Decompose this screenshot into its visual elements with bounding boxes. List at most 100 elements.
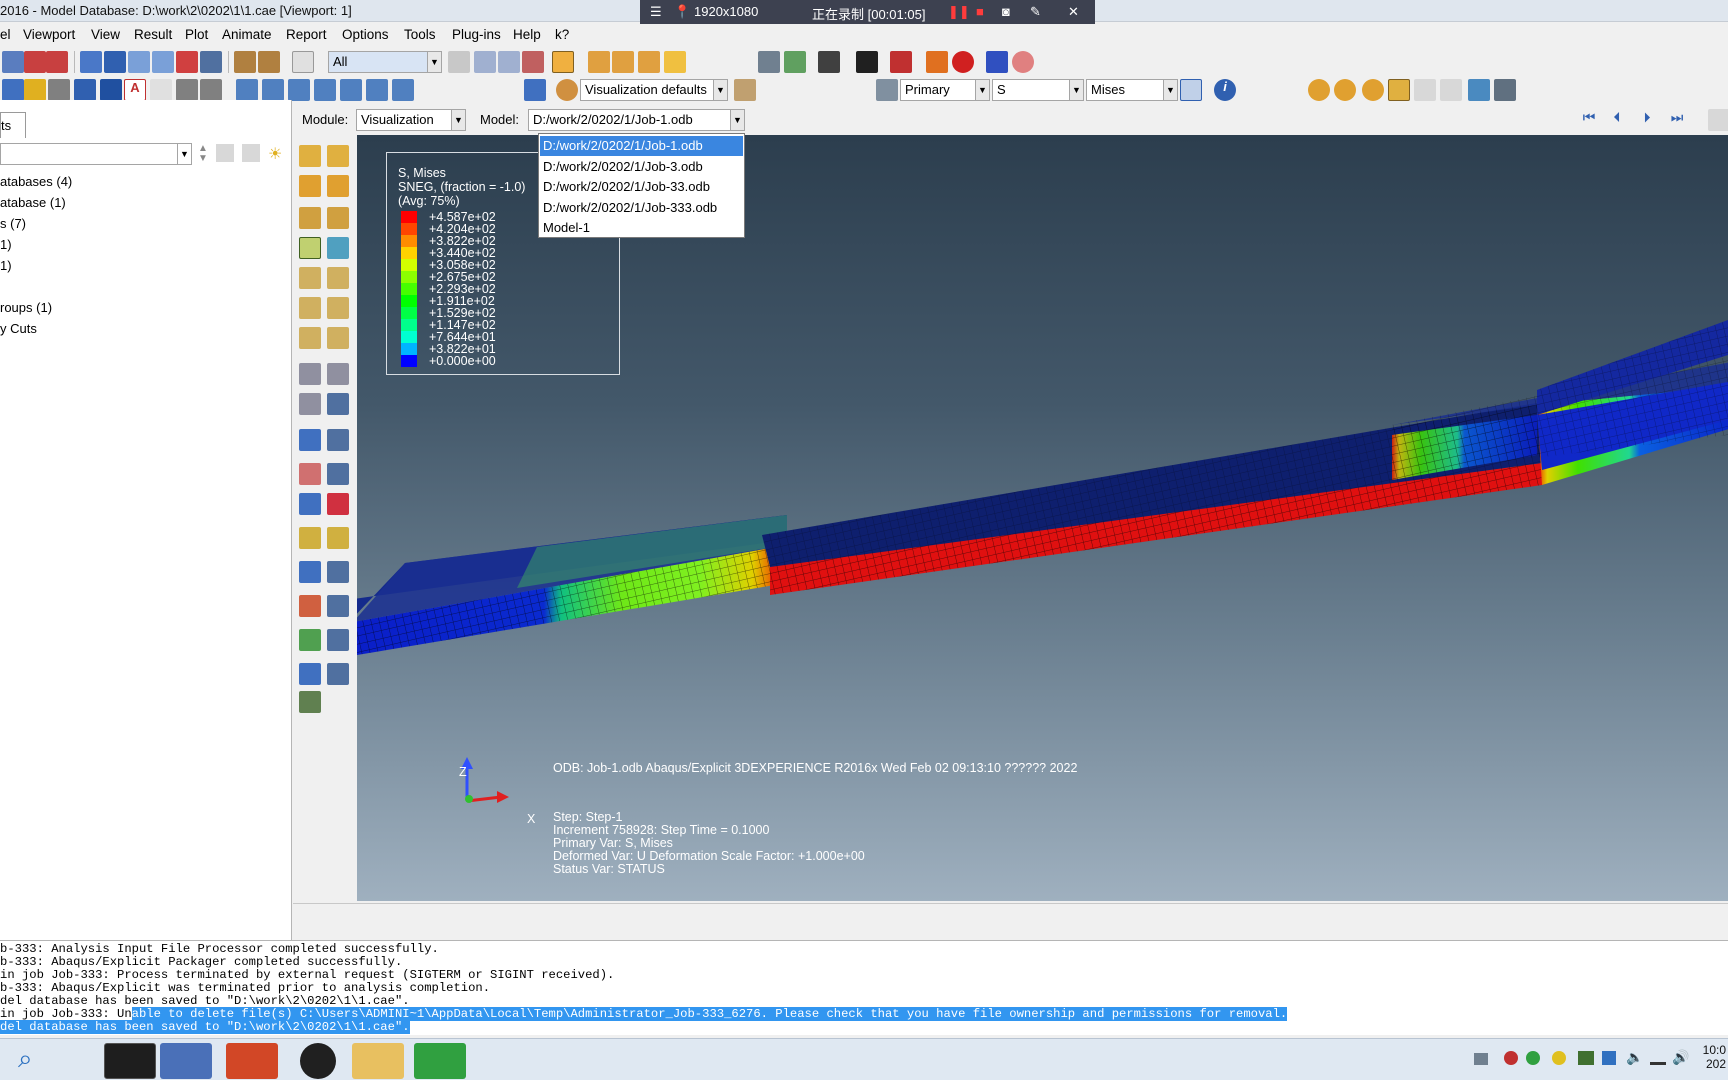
layout-icon[interactable]	[1494, 79, 1516, 101]
menu-whats-this[interactable]: k?	[555, 27, 569, 42]
menu-help[interactable]: Help	[513, 27, 541, 42]
free-body-manager-icon[interactable]	[327, 595, 349, 617]
xyplot-icon[interactable]	[327, 493, 349, 515]
visualization-defaults-combo[interactable]: Visualization defaults ▼	[580, 79, 728, 101]
lightbulb-icon[interactable]: ☀	[268, 144, 286, 163]
model-dropdown-item[interactable]: D:/work/2/0202/1/Job-33.odb	[540, 177, 743, 197]
plot-allowables-icon[interactable]	[299, 297, 321, 319]
animation-options-icon[interactable]	[327, 393, 349, 415]
print-icon[interactable]	[2, 51, 24, 73]
close-icon[interactable]: ✕	[1068, 4, 1079, 20]
view-iso-icon[interactable]	[588, 51, 610, 73]
line-icon[interactable]	[100, 79, 122, 101]
csys-manager-icon[interactable]	[327, 663, 349, 685]
field-variable-combo[interactable]: S ▼	[992, 79, 1084, 101]
rotate-icon[interactable]	[104, 51, 126, 73]
view-cut-manager-icon[interactable]	[327, 561, 349, 583]
xydata-manager-icon[interactable]	[327, 463, 349, 485]
undo-icon[interactable]	[1414, 79, 1436, 101]
powerpoint-app-icon[interactable]	[226, 1043, 278, 1079]
triad-zy-icon[interactable]	[314, 79, 336, 101]
menu-plugins[interactable]: Plug-ins	[452, 27, 501, 42]
shield-icon[interactable]	[986, 51, 1008, 73]
sweep-manager-icon[interactable]	[327, 629, 349, 651]
plot-contours-icon[interactable]	[299, 175, 321, 197]
tree-filter-icon[interactable]	[242, 144, 260, 162]
query-icon[interactable]	[24, 79, 46, 101]
redo-icon[interactable]	[1440, 79, 1462, 101]
tools-icon[interactable]	[1388, 79, 1410, 101]
up-down-arrows-icon[interactable]: ▲ ▼	[198, 144, 210, 164]
cycle-icon[interactable]	[200, 51, 222, 73]
coordinate-system-icon[interactable]	[299, 663, 321, 685]
create-xydata-icon[interactable]	[299, 463, 321, 485]
sync-icon[interactable]	[1180, 79, 1202, 101]
module-combo[interactable]: Visualization ▼	[356, 109, 466, 131]
menu-view[interactable]: View	[91, 27, 120, 42]
select-drag-icon[interactable]	[498, 51, 520, 73]
display-group-manager-icon[interactable]	[327, 527, 349, 549]
menu-options[interactable]: Options	[342, 27, 389, 42]
sphere-icon[interactable]	[1362, 79, 1384, 101]
field-invariant-combo[interactable]: Mises ▼	[1086, 79, 1178, 101]
plugin-icon[interactable]	[890, 51, 912, 73]
model-dropdown-item[interactable]: D:/work/2/0202/1/Job-333.odb	[540, 198, 743, 218]
tree-item-paths[interactable]: 1)	[0, 258, 12, 273]
tree-item-output-databases[interactable]: atabases (4)	[0, 174, 72, 189]
free-body-icon[interactable]	[299, 595, 321, 617]
gif-record-icon[interactable]	[856, 51, 878, 73]
magnify-icon[interactable]	[128, 51, 150, 73]
select-options-icon[interactable]	[448, 51, 470, 73]
tray-record-icon[interactable]	[1504, 1051, 1518, 1065]
menu-viewport[interactable]: Viewport	[23, 27, 75, 42]
overlay-icon[interactable]	[1308, 79, 1330, 101]
ruler-icon[interactable]	[234, 51, 256, 73]
render-shaded-icon[interactable]	[552, 51, 574, 73]
symbol-options-icon[interactable]	[327, 207, 349, 229]
view-front-icon[interactable]	[612, 51, 634, 73]
tray-volume-icon[interactable]: 🔈	[1626, 1049, 1643, 1066]
menu-plot[interactable]: Plot	[185, 27, 208, 42]
menu-icon[interactable]: ☰	[650, 4, 662, 20]
triad-yz-icon[interactable]	[288, 79, 310, 101]
tree-item-xyplots[interactable]: s (7)	[0, 216, 26, 231]
clock[interactable]: 10:0 202	[1703, 1043, 1726, 1071]
plot-undeformed-icon[interactable]	[299, 145, 321, 167]
pause-icon[interactable]: ❚❚	[948, 4, 970, 20]
tab-results[interactable]: ts	[0, 112, 26, 138]
stream-icon[interactable]	[299, 493, 321, 515]
triad-xz-icon[interactable]	[366, 79, 388, 101]
previous-frame-icon[interactable]: ⏴	[1606, 109, 1628, 131]
tray-plus-icon[interactable]	[1552, 1051, 1566, 1065]
create-path-icon[interactable]	[299, 429, 321, 451]
select-arrow-icon[interactable]	[292, 51, 314, 73]
file-explorer-icon[interactable]	[352, 1043, 404, 1079]
tray-bluetooth-icon[interactable]	[1602, 1051, 1616, 1065]
triad-custom-icon[interactable]	[524, 79, 546, 101]
path-manager-icon[interactable]	[327, 429, 349, 451]
tray-signal-icon[interactable]	[1650, 1051, 1666, 1065]
plot-fields-icon[interactable]	[299, 327, 321, 349]
palette-icon[interactable]	[556, 79, 578, 101]
selection-filter-combo[interactable]: All ▼	[328, 51, 442, 73]
pan-icon[interactable]	[80, 51, 102, 73]
triad-xy-icon[interactable]	[236, 79, 258, 101]
plot-contours-deformed-icon[interactable]	[299, 237, 321, 259]
model-combo[interactable]: D:/work/2/0202/1/Job-1.odb ▼	[528, 109, 745, 131]
sweep-icon[interactable]	[299, 629, 321, 651]
tree-item-display-groups[interactable]: roups (1)	[0, 300, 52, 315]
triad-yx-icon[interactable]	[262, 79, 284, 101]
view-cut-icon[interactable]	[299, 561, 321, 583]
model-dropdown-item[interactable]: D:/work/2/0202/1/Job-1.odb	[540, 136, 743, 156]
first-frame-icon[interactable]: ⏮	[1578, 109, 1600, 131]
folder-up-icon[interactable]	[216, 144, 234, 162]
tray-network-icon[interactable]	[1526, 1051, 1540, 1065]
probe-icon[interactable]	[299, 691, 321, 713]
tag-icon[interactable]	[74, 79, 96, 101]
database-save-icon[interactable]	[46, 51, 68, 73]
display-group-icon[interactable]	[299, 527, 321, 549]
export-icon[interactable]	[1468, 79, 1490, 101]
select-box-icon[interactable]	[474, 51, 496, 73]
tray-speaker-icon[interactable]: 🔊	[1672, 1049, 1689, 1066]
list-icon[interactable]	[200, 79, 222, 101]
